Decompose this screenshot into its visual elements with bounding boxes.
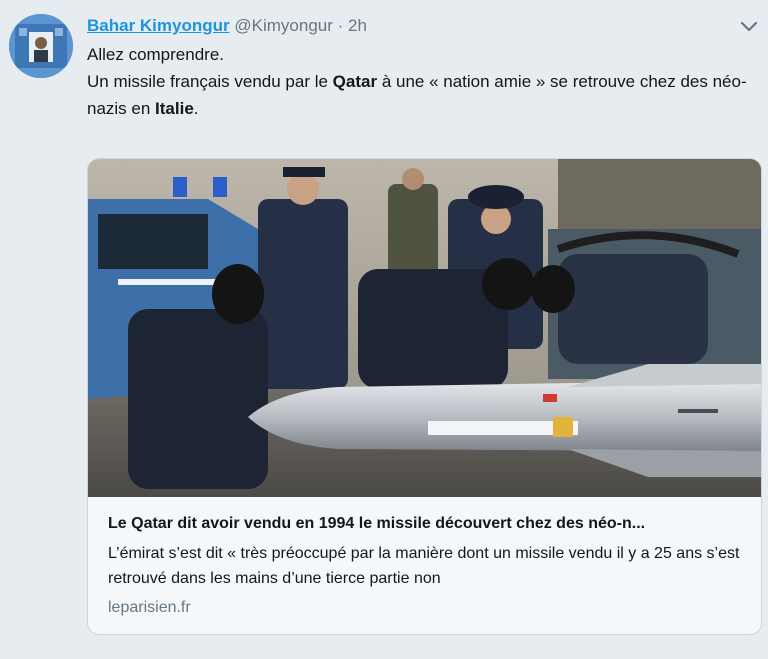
tweet-header: Bahar Kimyongur @Kimyongur · 2h xyxy=(87,15,367,37)
card-title[interactable]: Le Qatar dit avoir vendu en 1994 le miss… xyxy=(108,513,748,535)
author-name[interactable]: Bahar Kimyongur xyxy=(87,16,230,35)
link-card[interactable]: Le Qatar dit avoir vendu en 1994 le miss… xyxy=(87,158,762,635)
tweet-text: Allez comprendre. Un missile français ve… xyxy=(87,41,762,122)
bold-qatar: Qatar xyxy=(332,72,378,91)
text-segment: . xyxy=(193,99,199,118)
tweet-timestamp[interactable]: 2h xyxy=(348,16,367,35)
tweet-line-2: Un missile français vendu par le Qatar à… xyxy=(87,68,762,122)
tweet[interactable]: Bahar Kimyongur @Kimyongur · 2h Allez co… xyxy=(0,0,768,659)
bold-italie: Italie xyxy=(155,99,194,118)
author-handle[interactable]: @Kimyongur xyxy=(234,16,333,35)
avatar[interactable] xyxy=(9,14,73,78)
chevron-down-icon[interactable] xyxy=(738,15,760,37)
card-image[interactable] xyxy=(88,159,761,497)
card-description: L’émirat s’est dit « très préoccupé par … xyxy=(108,545,740,587)
tweet-line-1: Allez comprendre. xyxy=(87,45,225,64)
time-separator: · xyxy=(337,16,344,35)
text-segment: Un missile français vendu par le xyxy=(87,72,333,91)
card-domain[interactable]: leparisien.fr xyxy=(108,597,191,619)
